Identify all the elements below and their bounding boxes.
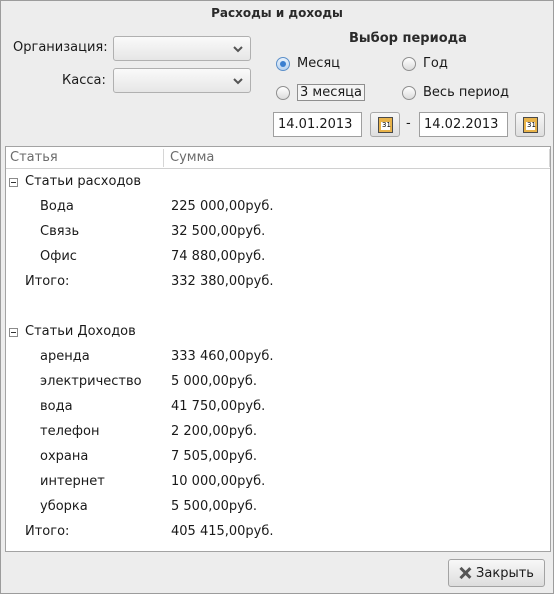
radio-year[interactable]: Год — [402, 56, 448, 71]
table-row[interactable]: интернет 10 000,00руб. — [6, 470, 550, 495]
row-name: Вода — [40, 199, 74, 214]
row-name: аренда — [40, 349, 90, 364]
date-from-input[interactable]: 14.01.2013 — [273, 112, 362, 137]
row-amount: 2 200,00руб. — [171, 424, 257, 439]
date-to-input[interactable]: 14.02.2013 — [419, 112, 508, 137]
report-window: Расходы и доходы Организация: Касса: Выб… — [0, 0, 554, 594]
row-amount: 10 000,00руб. — [171, 474, 266, 489]
tree-group-row[interactable]: Статьи расходов — [6, 170, 550, 195]
chevron-down-icon — [233, 46, 243, 53]
row-name: Офис — [40, 249, 77, 264]
column-header-article[interactable]: Статья — [10, 150, 58, 165]
total-amount: 332 380,00руб. — [171, 274, 274, 289]
row-amount: 333 460,00руб. — [171, 349, 274, 364]
total-label: Итого: — [25, 524, 70, 539]
radio-label: 3 месяца — [297, 84, 365, 101]
window-title: Расходы и доходы — [211, 6, 343, 20]
chevron-down-icon — [233, 78, 243, 85]
column-divider — [163, 149, 164, 167]
date-from-calendar-button[interactable]: 31 — [370, 112, 400, 137]
period-title: Выбор периода — [349, 31, 467, 46]
row-amount: 32 500,00руб. — [171, 224, 266, 239]
table-row[interactable]: аренда 333 460,00руб. — [6, 345, 550, 370]
total-row[interactable]: Итого: 332 380,00руб. — [6, 270, 550, 295]
radio-button[interactable] — [402, 85, 416, 100]
total-label: Итого: — [25, 274, 70, 289]
row-amount: 225 000,00руб. — [171, 199, 274, 214]
radio-month[interactable]: Месяц — [276, 56, 340, 71]
close-icon — [459, 567, 471, 579]
row-name: Связь — [40, 224, 80, 239]
radio-label: Год — [423, 56, 448, 71]
row-name: уборка — [40, 499, 88, 514]
report-tree[interactable]: Статья Сумма Статьи расходов Вода 225 00… — [5, 146, 551, 552]
table-row[interactable]: электричество 5 000,00руб. — [6, 370, 550, 395]
column-divider — [549, 149, 550, 167]
radio-button[interactable] — [276, 85, 290, 100]
radio-button[interactable] — [402, 56, 416, 71]
cashbox-select[interactable] — [113, 68, 251, 93]
radio-label: Весь период — [423, 85, 509, 100]
row-name: вода — [40, 399, 73, 414]
table-row[interactable]: Офис 74 880,00руб. — [6, 245, 550, 270]
collapse-icon[interactable] — [9, 328, 18, 337]
table-row[interactable]: телефон 2 200,00руб. — [6, 420, 550, 445]
calendar-icon: 31 — [378, 117, 393, 133]
row-name: охрана — [40, 449, 89, 464]
radio-all-period[interactable]: Весь период — [402, 85, 509, 100]
tree-header: Статья Сумма — [6, 147, 550, 169]
row-name: телефон — [40, 424, 100, 439]
row-amount: 74 880,00руб. — [171, 249, 266, 264]
table-row[interactable]: уборка 5 500,00руб. — [6, 495, 550, 520]
row-amount: 7 505,00руб. — [171, 449, 257, 464]
collapse-icon[interactable] — [9, 178, 18, 187]
column-header-amount[interactable]: Сумма — [170, 150, 214, 165]
date-to-calendar-button[interactable]: 31 — [515, 112, 545, 137]
radio-3-months[interactable]: 3 месяца — [276, 84, 365, 101]
table-row[interactable]: охрана 7 505,00руб. — [6, 445, 550, 470]
row-amount: 5 500,00руб. — [171, 499, 257, 514]
date-separator: - — [406, 116, 411, 131]
row-amount: 41 750,00руб. — [171, 399, 266, 414]
tree-group-row[interactable]: Статьи Доходов — [6, 320, 550, 345]
total-amount: 405 415,00руб. — [171, 524, 274, 539]
organization-label: Организация: — [13, 40, 108, 55]
close-button[interactable]: Закрыть — [448, 559, 545, 587]
organization-select[interactable] — [113, 36, 251, 61]
cashbox-label: Касса: — [62, 73, 106, 88]
table-row[interactable]: вода 41 750,00руб. — [6, 395, 550, 420]
group-label: Статьи расходов — [25, 174, 142, 189]
close-button-label: Закрыть — [476, 565, 534, 581]
row-amount: 5 000,00руб. — [171, 374, 257, 389]
table-row[interactable]: Связь 32 500,00руб. — [6, 220, 550, 245]
table-row[interactable]: Вода 225 000,00руб. — [6, 195, 550, 220]
radio-label: Месяц — [297, 56, 341, 71]
total-row[interactable]: Итого: 405 415,00руб. — [6, 520, 550, 545]
row-name: электричество — [40, 374, 142, 389]
group-label: Статьи Доходов — [25, 324, 136, 339]
radio-button-checked[interactable] — [276, 56, 290, 71]
calendar-icon: 31 — [523, 117, 538, 133]
row-name: интернет — [40, 474, 105, 489]
